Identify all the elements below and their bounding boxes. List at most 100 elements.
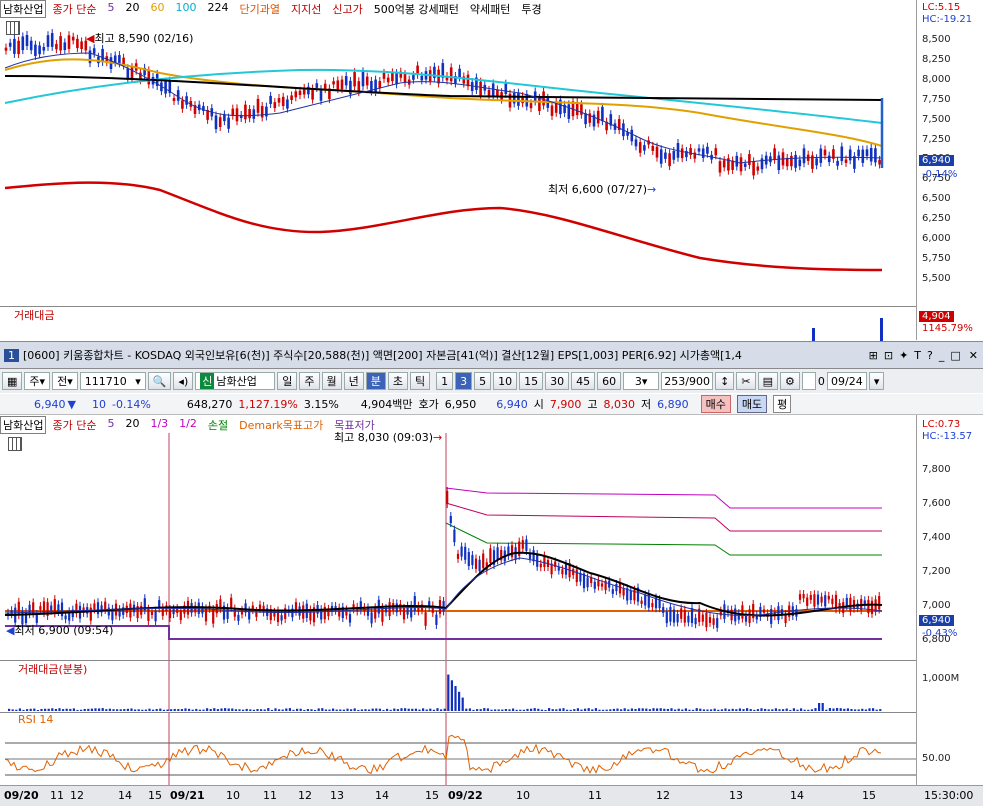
- pin-icon[interactable]: ⊞: [869, 349, 878, 362]
- volume-bar: [346, 708, 349, 711]
- candle-body: [718, 161, 722, 173]
- arrow-icon[interactable]: ✦: [899, 349, 908, 362]
- candle-body: [80, 41, 83, 49]
- volume-bar: [674, 709, 677, 711]
- sound-icon[interactable]: ◂): [173, 372, 194, 390]
- indicator-icon[interactable]: ↕: [715, 372, 735, 390]
- candle-body: [857, 149, 860, 157]
- minute-button[interactable]: 60: [597, 372, 622, 390]
- candle-body: [575, 569, 578, 583]
- date-field[interactable]: 09/24: [826, 372, 867, 390]
- volume-bar: [440, 709, 443, 711]
- volume-bar: [879, 709, 882, 711]
- volume-bar: [486, 708, 489, 711]
- volume-bar: [188, 708, 191, 711]
- volume-bar: [18, 708, 21, 711]
- volume-bar: [177, 709, 180, 711]
- volume-bar: [454, 686, 457, 711]
- minute-button[interactable]: 15: [519, 372, 544, 390]
- turnover-value: 3.15%: [303, 397, 339, 411]
- volume-bar: [609, 709, 612, 711]
- minimize-icon[interactable]: _: [939, 349, 945, 362]
- volume-bar: [26, 709, 29, 711]
- volume-bar: [144, 709, 147, 711]
- minute-button[interactable]: 5: [474, 372, 492, 390]
- volume-bar: [760, 708, 763, 711]
- volume-bar: [591, 709, 594, 711]
- period-button[interactable]: 분: [365, 372, 386, 390]
- date-label: 09/21: [170, 789, 205, 802]
- minute-button[interactable]: 45: [571, 372, 596, 390]
- bottom-chart-panel[interactable]: 남화산업 종가 단순 5 20 1/3 1/2 손절 Demark목표고가 목표저가 최고 8…: [0, 415, 983, 785]
- buy-button[interactable]: 매수: [700, 395, 731, 413]
- volume-bar: [436, 708, 439, 711]
- settings-icon[interactable]: ⚙: [779, 372, 800, 390]
- window-titlebar[interactable]: 1 [0600] 키움종합차트 - KOSDAQ 외국인보유[6(천)] 주식수…: [0, 341, 983, 369]
- maximize-icon[interactable]: □: [950, 349, 960, 362]
- period-button[interactable]: 월: [321, 372, 342, 390]
- candle-body: [478, 559, 481, 572]
- period-button[interactable]: 초: [387, 372, 408, 390]
- calendar-icon[interactable]: ▾: [868, 372, 885, 390]
- tools-icon[interactable]: ✂: [736, 372, 756, 390]
- help-icon[interactable]: ?: [927, 349, 933, 362]
- candle-body: [13, 38, 16, 54]
- volume-bar: [548, 708, 551, 711]
- period-button[interactable]: 틱: [410, 372, 431, 390]
- count-field[interactable]: 253/900: [661, 372, 714, 390]
- candle-body: [840, 146, 844, 162]
- minute-button[interactable]: 3: [455, 372, 473, 390]
- volume-bar: [238, 709, 241, 711]
- rsi-chart: [4, 713, 917, 785]
- chart-icon[interactable]: ▤: [757, 372, 778, 390]
- volume-bar: [850, 709, 853, 711]
- volume-bar: [382, 709, 385, 711]
- candle-body: [615, 584, 618, 592]
- minute-button[interactable]: 1: [436, 372, 454, 390]
- date-label: 12: [70, 789, 84, 802]
- type-select[interactable]: 주 ▾: [24, 372, 51, 390]
- grid-toggle-icon[interactable]: ▦: [2, 372, 23, 390]
- option-checkbox[interactable]: [801, 372, 816, 390]
- candle-body: [806, 597, 809, 606]
- volume-bar: [206, 708, 209, 711]
- volume-bar: [54, 708, 57, 711]
- volume-bar: [746, 708, 749, 711]
- candle-body: [67, 35, 71, 49]
- stock-name-field[interactable]: 신 남화산업: [195, 372, 276, 390]
- bottom-legend-item: 1/2: [179, 417, 197, 430]
- candle-body: [697, 148, 701, 152]
- close-icon[interactable]: ✕: [969, 349, 978, 362]
- bottom-legend-item: 5: [107, 417, 115, 430]
- minute-button[interactable]: 10: [493, 372, 518, 390]
- volume-bar: [706, 709, 709, 711]
- minute-button[interactable]: 30: [545, 372, 570, 390]
- volume-bar: [623, 708, 626, 711]
- sell-button[interactable]: 매도: [736, 395, 768, 413]
- candle-body: [366, 607, 370, 616]
- candle-body: [630, 129, 634, 142]
- low-price: 6,890: [657, 397, 689, 411]
- period-button[interactable]: 일: [277, 372, 298, 390]
- market-select[interactable]: 전 ▾: [52, 372, 78, 390]
- top-axis-tick: 6,000: [922, 233, 951, 244]
- candle-body: [708, 617, 712, 623]
- candle-body: [690, 608, 694, 623]
- link-icon[interactable]: ⊡: [884, 349, 893, 362]
- period-button[interactable]: 주: [299, 372, 320, 390]
- volume-bar: [508, 709, 511, 711]
- top-chart-panel[interactable]: 남화산업 종가 단순 5 20 60 100 224 단기과열 지지선 신고가 500억봉 강세패…: [0, 0, 983, 341]
- flat-button[interactable]: 평: [773, 395, 792, 413]
- volume-bar: [112, 709, 115, 711]
- volume-bar: [479, 709, 482, 711]
- volume-bar: [65, 708, 68, 711]
- date-label: 12: [298, 789, 312, 802]
- interval-select[interactable]: 3 ▾: [623, 372, 660, 390]
- search-icon[interactable]: 🔍: [147, 372, 172, 390]
- volume-bar: [375, 708, 378, 711]
- candle-body: [93, 603, 96, 610]
- help-t-icon[interactable]: T: [914, 349, 921, 362]
- volume-bar: [303, 709, 306, 711]
- code-input[interactable]: 111710 ▾: [79, 372, 146, 390]
- period-button[interactable]: 년: [343, 372, 364, 390]
